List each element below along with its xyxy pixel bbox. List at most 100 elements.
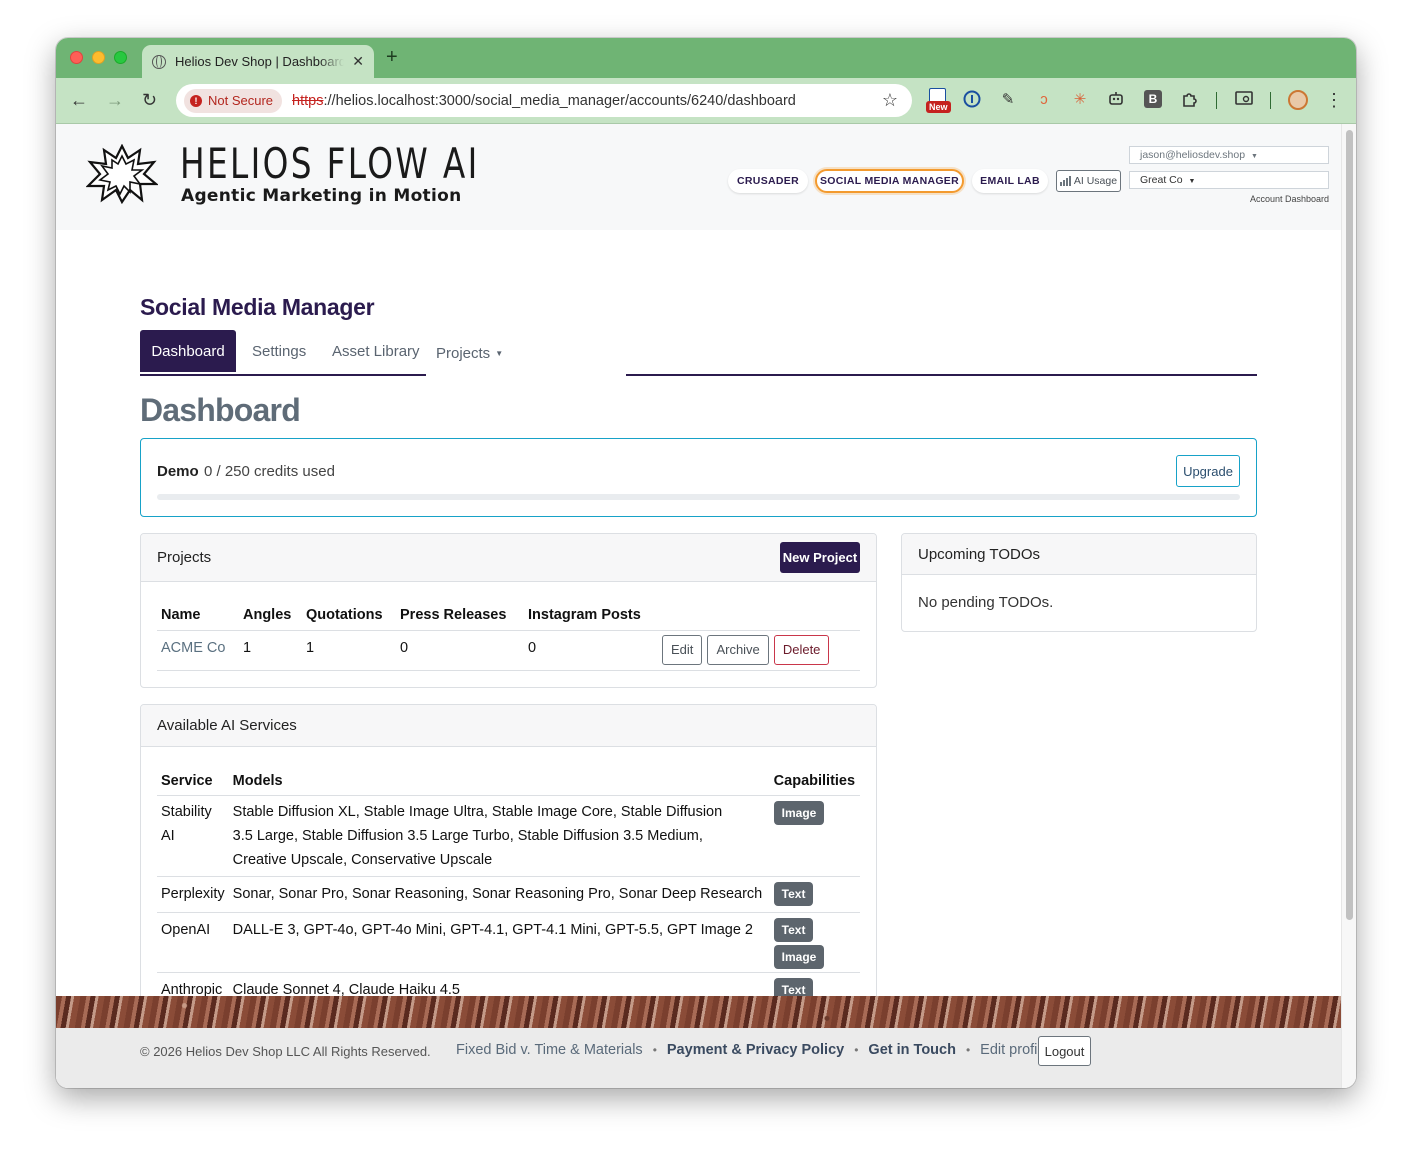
delete-button[interactable]: Delete — [773, 634, 830, 665]
column-header-actions — [658, 592, 860, 630]
rss-extension-icon[interactable]: ↄ — [1034, 90, 1054, 110]
tabs-underline — [626, 374, 1257, 376]
back-arrow-icon[interactable]: ← — [70, 90, 88, 110]
reload-icon[interactable]: ↻ — [142, 90, 157, 110]
forward-arrow-icon[interactable]: → — [106, 90, 124, 110]
security-chip[interactable]: ! Not Secure — [184, 88, 283, 113]
tab-search-icon[interactable] — [1234, 90, 1254, 110]
security-label: Not Secure — [208, 93, 274, 108]
tab-settings[interactable]: Settings — [236, 330, 322, 372]
projects-card-header: Projects New Project — [141, 534, 876, 582]
url-text: ://helios.localhost:3000/social_media_ma… — [323, 92, 796, 109]
robot-extension-icon[interactable] — [1106, 90, 1126, 110]
new-badge: New — [926, 101, 951, 113]
tab-dashboard[interactable]: Dashboard — [140, 330, 236, 372]
projects-card: Projects New Project Name Angles Quotati… — [140, 533, 877, 688]
todos-card-title: Upcoming TODOs — [918, 546, 1040, 563]
todos-card-header: Upcoming TODOs — [902, 534, 1256, 575]
column-header: Quotations — [306, 606, 383, 623]
new-project-button[interactable]: New Project — [780, 542, 860, 573]
user-email-select[interactable]: jason@heliosdev.shop ▼ — [1129, 146, 1329, 164]
todos-empty-message: No pending TODOs. — [918, 594, 1054, 611]
column-header: Service — [161, 772, 213, 789]
url-scheme: https — [292, 92, 324, 109]
footer-link-get-in-touch[interactable]: Get in Touch — [868, 1042, 956, 1058]
close-window-button[interactable] — [70, 51, 83, 64]
profile-avatar[interactable] — [1288, 90, 1308, 110]
credits-card: Demo 0 / 250 credits used Upgrade — [140, 438, 1257, 517]
brand-title: HELIOS FLOW AI — [180, 139, 480, 188]
upgrade-button[interactable]: Upgrade — [1176, 455, 1240, 487]
todos-card: Upcoming TODOs No pending TODOs. — [901, 533, 1257, 632]
minimize-window-button[interactable] — [92, 51, 105, 64]
tab-asset-library[interactable]: Asset Library — [316, 330, 436, 372]
footer-separator: • — [854, 1043, 859, 1057]
capability-badge: Image — [773, 800, 825, 825]
site-footer: © 2026 Helios Dev Shop LLC All Rights Re… — [56, 1028, 1341, 1088]
maximize-window-button[interactable] — [114, 51, 127, 64]
section-title: Dashboard — [140, 392, 301, 428]
ai-usage-label: AI Usage — [1073, 175, 1118, 187]
account-select[interactable]: Great Co ▼ — [1129, 171, 1329, 189]
page-scrollbar[interactable] — [1341, 124, 1356, 1088]
angles-count: 1 — [239, 629, 302, 671]
instagram-posts-count: 0 — [524, 629, 658, 671]
footer-link-fixed-bid[interactable]: Fixed Bid v. Time & Materials — [456, 1042, 643, 1058]
account-name: Great Co — [1140, 174, 1183, 186]
warning-icon: ! — [190, 94, 202, 107]
credits-progress-bar — [157, 494, 1240, 500]
service-models: Stable Diffusion XL, Stable Image Ultra,… — [228, 794, 770, 876]
footer-link-payment-privacy[interactable]: Payment & Privacy Policy — [667, 1042, 844, 1058]
credits-used-text: 0 / 250 credits used — [204, 463, 335, 480]
sparkle-extension-icon[interactable]: ✳ — [1070, 90, 1090, 110]
press-releases-count: 0 — [396, 629, 524, 671]
address-bar[interactable]: ! Not Secure https ://helios.localhost:3… — [176, 84, 912, 117]
bold-extension-icon[interactable]: B — [1144, 90, 1162, 108]
page-viewport: HELIOS FLOW AI Agentic Marketing in Moti… — [56, 124, 1356, 1088]
browser-toolbar: ← → ↻ ! Not Secure https ://helios.local… — [56, 78, 1356, 124]
quotations-count: 1 — [302, 629, 396, 671]
column-header: Instagram Posts — [528, 606, 641, 623]
close-tab-icon[interactable]: ✕ — [352, 53, 364, 70]
table-row: Perplexity Sonar, Sonar Pro, Sonar Reaso… — [157, 875, 860, 912]
column-header: Models — [232, 772, 283, 789]
tab-projects-label: Projects — [436, 344, 491, 362]
bookmark-star-icon[interactable]: ☆ — [882, 90, 898, 111]
logout-button[interactable]: Logout — [1038, 1036, 1091, 1066]
ai-services-card-title: Available AI Services — [157, 717, 297, 734]
password-manager-icon[interactable] — [962, 90, 982, 110]
nav-crusader[interactable]: CRUSADER — [728, 169, 808, 193]
edit-button[interactable]: Edit — [662, 634, 703, 665]
tab-projects[interactable]: Projects ▼ — [420, 332, 519, 374]
bar-chart-icon — [1059, 176, 1071, 186]
ai-usage-button[interactable]: AI Usage — [1056, 170, 1121, 192]
capability-badge: Image — [773, 944, 825, 969]
footer-separator: • — [965, 1043, 971, 1057]
footer-links: Fixed Bid v. Time & Materials • Payment … — [456, 1042, 1049, 1058]
service-models: DALL-E 3, GPT-4o, GPT-4o Mini, GPT-4.1, … — [228, 911, 770, 972]
column-header: Press Releases — [400, 606, 507, 623]
user-email: jason@heliosdev.shop — [1140, 149, 1246, 161]
nav-social-media-manager[interactable]: SOCIAL MEDIA MANAGER — [815, 169, 964, 193]
column-header: Capabilities — [773, 772, 856, 789]
projects-card-title: Projects — [157, 549, 212, 566]
service-name: OpenAI — [157, 911, 229, 972]
pencil-extension-icon[interactable]: ✎ — [998, 90, 1018, 110]
browser-tab-active[interactable]: Helios Dev Shop | Dashboard ✕ — [142, 45, 374, 78]
plan-name: Demo — [157, 463, 199, 480]
new-document-extension-icon[interactable]: New — [926, 88, 951, 116]
column-header: Name — [161, 606, 201, 623]
puzzle-extensions-icon[interactable] — [1180, 90, 1200, 110]
more-menu-icon[interactable]: ⋮ — [1324, 90, 1344, 110]
service-models: Sonar, Sonar Pro, Sonar Reasoning, Sonar… — [228, 875, 770, 912]
project-link[interactable]: ACME Co — [161, 640, 225, 656]
scrollbar-thumb[interactable] — [1346, 130, 1353, 920]
new-tab-button[interactable]: + — [386, 46, 398, 68]
table-row: OpenAI DALL-E 3, GPT-4o, GPT-4o Mini, GP… — [157, 911, 860, 972]
archive-button[interactable]: Archive — [707, 634, 769, 665]
nav-email-lab[interactable]: EMAIL LAB — [972, 169, 1048, 193]
page-title: Social Media Manager — [140, 294, 375, 320]
account-dashboard-link[interactable]: Account Dashboard — [1196, 194, 1329, 204]
starburst-logo-icon[interactable] — [86, 144, 158, 204]
tabs-underline — [140, 374, 426, 376]
